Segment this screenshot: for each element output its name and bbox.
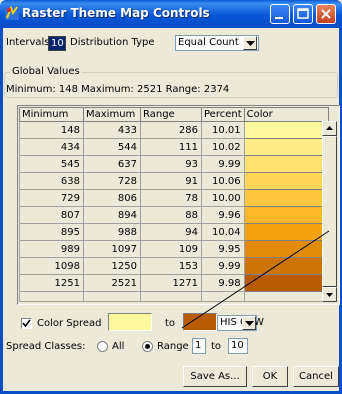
cell-min[interactable]: 895	[19, 223, 84, 241]
cell-max[interactable]: 728	[83, 172, 141, 190]
arrow-up-icon	[326, 126, 333, 130]
global-values-summary: Minimum: 148 Maximum: 2521 Range: 2374	[6, 84, 230, 95]
cell-range[interactable]: 93	[140, 155, 202, 173]
global-values-label: Global Values	[10, 66, 82, 77]
table-row[interactable]: 638 728 91 10.06	[19, 172, 329, 190]
column-header-minimum[interactable]: Minimum	[19, 107, 84, 122]
cell-min[interactable]: 148	[19, 121, 84, 139]
cell-range[interactable]: 88	[140, 206, 202, 224]
pointer-line	[181, 230, 330, 329]
distribution-type-select[interactable]: Equal Count	[175, 35, 259, 51]
cell-percent[interactable]: 10.06	[201, 172, 245, 190]
color-spread-checkbox[interactable]	[21, 318, 32, 329]
table-row[interactable]: 807 894 88 9.96	[19, 206, 329, 224]
close-button[interactable]	[316, 4, 336, 24]
spread-range-to-label: to	[211, 341, 222, 352]
cell-max[interactable]: 637	[83, 155, 141, 173]
cell-color-swatch[interactable]	[243, 138, 329, 156]
column-header-color[interactable]: Color	[243, 107, 329, 122]
cell-percent[interactable]: 10.01	[201, 121, 245, 139]
dropdown-arrow-icon[interactable]	[243, 36, 257, 50]
scroll-up-button[interactable]	[322, 121, 337, 136]
intervals-input[interactable]: 10	[48, 36, 66, 51]
table-row[interactable]: 729 806 78 10.00	[19, 189, 329, 207]
column-header-percent[interactable]: Percent	[201, 107, 245, 122]
spread-all-label: All	[112, 341, 125, 352]
cell-max[interactable]: 433	[83, 121, 141, 139]
cell-percent[interactable]: 9.99	[201, 155, 245, 173]
window-title: Raster Theme Map Controls	[22, 6, 210, 20]
cell-max[interactable]: 1250	[83, 257, 141, 275]
cell-range[interactable]: 91	[140, 172, 202, 190]
cell-min[interactable]: 1098	[19, 257, 84, 275]
cell-color-swatch[interactable]	[243, 189, 329, 207]
spread-range-from-input[interactable]: 1	[192, 338, 206, 354]
cell-min[interactable]: 434	[19, 138, 84, 156]
cell-min[interactable]: 545	[19, 155, 84, 173]
distribution-type-label: Distribution Type	[70, 37, 155, 48]
cell-max[interactable]: 1097	[83, 240, 141, 258]
spread-to-label: to	[165, 318, 176, 329]
intervals-label: Intervals	[6, 37, 50, 48]
cell-range[interactable]: 111	[140, 138, 202, 156]
cell-max[interactable]: 544	[83, 138, 141, 156]
close-icon	[321, 9, 331, 19]
cell-color-swatch[interactable]	[243, 121, 329, 139]
cell-percent[interactable]: 9.96	[201, 206, 245, 224]
cell-color-swatch[interactable]	[243, 155, 329, 173]
cell-percent[interactable]: 10.00	[201, 189, 245, 207]
cell-min[interactable]: 638	[19, 172, 84, 190]
cell-color-swatch[interactable]	[243, 206, 329, 224]
radio-selected-dot	[145, 344, 150, 349]
spread-range-label: Range	[157, 341, 189, 352]
maximize-button[interactable]	[293, 4, 313, 24]
checkmark-icon	[22, 319, 31, 328]
spread-range-to-input[interactable]: 10	[228, 338, 248, 354]
table-row[interactable]: 434 544 111 10.02	[19, 138, 329, 156]
cell-max[interactable]: 894	[83, 206, 141, 224]
cell-empty	[19, 291, 84, 302]
table-row[interactable]: 545 637 93 9.99	[19, 155, 329, 173]
spread-from-color-swatch[interactable]	[108, 313, 152, 331]
cell-max[interactable]: 2521	[83, 274, 141, 292]
cell-max[interactable]: 988	[83, 223, 141, 241]
column-header-maximum[interactable]: Maximum	[83, 107, 141, 122]
column-header-range[interactable]: Range	[140, 107, 202, 122]
cell-max[interactable]: 806	[83, 189, 141, 207]
ok-button[interactable]: OK	[252, 366, 288, 387]
cell-min[interactable]: 1251	[19, 274, 84, 292]
distribution-type-value: Equal Count	[178, 37, 239, 48]
app-icon	[5, 6, 19, 20]
chevron-down-icon	[246, 41, 255, 46]
spread-range-radio[interactable]	[142, 341, 153, 352]
spread-classes-label: Spread Classes:	[6, 341, 86, 352]
cell-min[interactable]: 807	[19, 206, 84, 224]
color-spread-label: Color Spread	[37, 318, 102, 329]
title-bar[interactable]: Raster Theme Map Controls	[0, 0, 342, 28]
table-row[interactable]: 148 433 286 10.01	[19, 121, 329, 139]
cell-range[interactable]: 286	[140, 121, 202, 139]
save-as-button[interactable]: Save As...	[183, 366, 247, 387]
cell-range[interactable]: 78	[140, 189, 202, 207]
spread-all-radio[interactable]	[97, 341, 108, 352]
maximize-icon	[297, 8, 309, 19]
cell-empty	[83, 291, 141, 302]
cell-percent[interactable]: 10.02	[201, 138, 245, 156]
cell-color-swatch[interactable]	[243, 172, 329, 190]
minimize-button[interactable]	[270, 4, 290, 24]
cell-min[interactable]: 989	[19, 240, 84, 258]
cancel-button[interactable]: Cancel	[293, 366, 339, 387]
minimize-icon	[275, 17, 283, 19]
cell-min[interactable]: 729	[19, 189, 84, 207]
